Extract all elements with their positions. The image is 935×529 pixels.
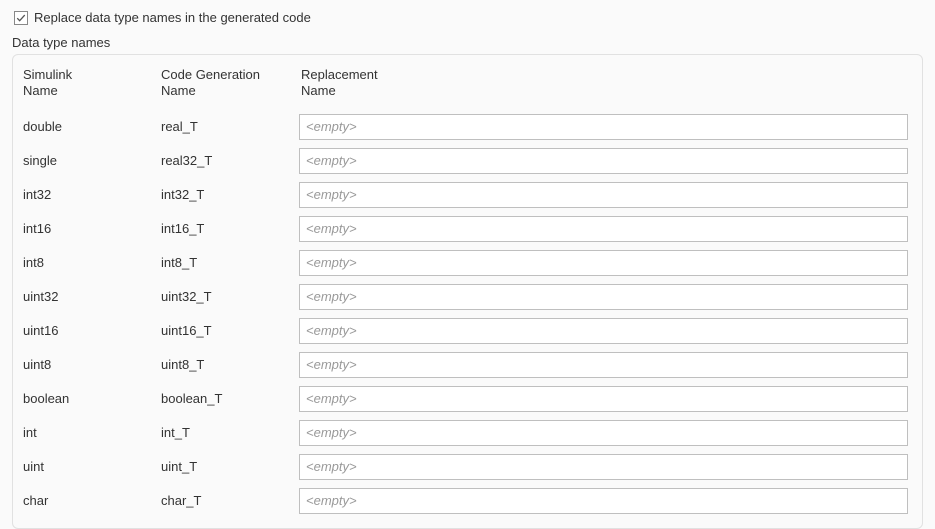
replacement-input[interactable] [299, 284, 908, 310]
replace-checkbox[interactable] [14, 11, 28, 25]
table-cell-replacement [299, 110, 912, 144]
replacement-input[interactable] [299, 386, 908, 412]
replacement-input[interactable] [299, 454, 908, 480]
replacement-input[interactable] [299, 216, 908, 242]
table-cell-codegen: int32_T [161, 183, 299, 207]
table-cell-replacement [299, 416, 912, 450]
table-cell-simulink: uint [23, 455, 161, 479]
table-cell-simulink: uint32 [23, 285, 161, 309]
col-header-simulink-l1: Simulink [23, 67, 161, 83]
table-cell-replacement [299, 314, 912, 348]
col-header-replacement-l2: Name [301, 83, 912, 99]
table-cell-simulink: int32 [23, 183, 161, 207]
table-body: doublereal_Tsinglereal32_Tint32int32_Tin… [23, 110, 912, 518]
table-cell-replacement [299, 484, 912, 518]
table-cell-codegen: uint_T [161, 455, 299, 479]
replacement-input[interactable] [299, 318, 908, 344]
data-type-table: Simulink Name Code Generation Name Repla… [12, 54, 923, 529]
table-cell-simulink: int [23, 421, 161, 445]
table-cell-replacement [299, 280, 912, 314]
table-cell-simulink: uint8 [23, 353, 161, 377]
table-cell-simulink: double [23, 115, 161, 139]
col-header-simulink: Simulink Name [23, 65, 161, 102]
table-cell-simulink: int16 [23, 217, 161, 241]
data-type-replacement-panel: Replace data type names in the generated… [0, 0, 935, 515]
replacement-input[interactable] [299, 182, 908, 208]
replace-checkbox-label: Replace data type names in the generated… [34, 10, 311, 25]
table-cell-codegen: int_T [161, 421, 299, 445]
table-cell-codegen: int16_T [161, 217, 299, 241]
col-header-codegen: Code Generation Name [161, 65, 299, 102]
table-cell-replacement [299, 450, 912, 484]
table-cell-codegen: uint16_T [161, 319, 299, 343]
table-cell-codegen: int8_T [161, 251, 299, 275]
table-cell-replacement [299, 382, 912, 416]
col-header-codegen-l2: Name [161, 83, 299, 99]
replacement-input[interactable] [299, 488, 908, 514]
table-cell-codegen: char_T [161, 489, 299, 513]
replacement-input[interactable] [299, 250, 908, 276]
table-cell-codegen: real32_T [161, 149, 299, 173]
table-cell-codegen: uint8_T [161, 353, 299, 377]
table-cell-simulink: boolean [23, 387, 161, 411]
col-header-simulink-l2: Name [23, 83, 161, 99]
table-cell-replacement [299, 246, 912, 280]
table-cell-replacement [299, 212, 912, 246]
check-icon [16, 13, 26, 23]
table-cell-simulink: int8 [23, 251, 161, 275]
col-header-replacement: Replacement Name [299, 65, 912, 102]
table-header: Simulink Name Code Generation Name Repla… [23, 65, 912, 102]
table-cell-codegen: uint32_T [161, 285, 299, 309]
replace-checkbox-row: Replace data type names in the generated… [14, 10, 923, 25]
table-cell-replacement [299, 144, 912, 178]
table-cell-codegen: real_T [161, 115, 299, 139]
table-cell-replacement [299, 178, 912, 212]
table-cell-codegen: boolean_T [161, 387, 299, 411]
table-cell-simulink: single [23, 149, 161, 173]
replacement-input[interactable] [299, 420, 908, 446]
section-title: Data type names [12, 35, 923, 50]
table-cell-simulink: uint16 [23, 319, 161, 343]
replacement-input[interactable] [299, 148, 908, 174]
table-cell-replacement [299, 348, 912, 382]
replacement-input[interactable] [299, 114, 908, 140]
table-cell-simulink: char [23, 489, 161, 513]
col-header-replacement-l1: Replacement [301, 67, 912, 83]
col-header-codegen-l1: Code Generation [161, 67, 299, 83]
replacement-input[interactable] [299, 352, 908, 378]
